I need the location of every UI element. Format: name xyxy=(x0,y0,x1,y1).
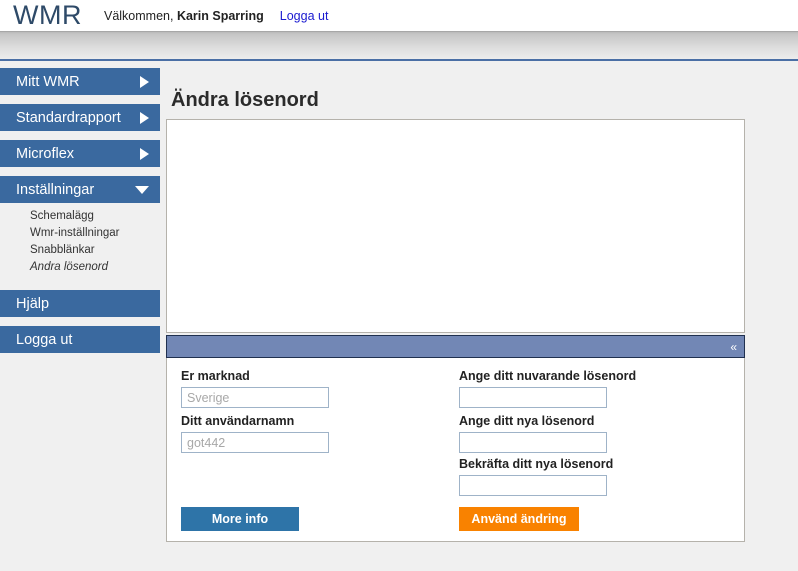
sidebar-item-label: Inställningar xyxy=(16,181,95,198)
chevron-right-icon xyxy=(140,111,149,124)
app-logo: WMR xyxy=(13,0,82,30)
chevron-right-icon xyxy=(140,75,149,88)
sidebar-navigation: Mitt WMR Standardrapport Microflex Instä… xyxy=(0,68,160,362)
current-password-label: Ange ditt nuvarande lösenord xyxy=(459,369,637,383)
welcome-prefix: Välkommen, xyxy=(103,8,177,23)
market-label: Er marknad xyxy=(181,369,250,383)
market-input[interactable] xyxy=(181,387,329,408)
content-panel xyxy=(166,119,745,333)
sidebar-item-label: Mitt WMR xyxy=(16,73,80,90)
current-password-input[interactable] xyxy=(459,387,607,408)
sidebar-submenu: Schemalägg Wmr-inställningar Snabblänkar… xyxy=(0,203,160,282)
confirm-password-label: Bekräfta ditt nya lösenord xyxy=(459,457,614,471)
header-bottom-rule xyxy=(0,59,798,61)
new-password-input[interactable] xyxy=(459,432,607,453)
header-gradient-band xyxy=(0,31,798,61)
user-name: Karin Sparring xyxy=(176,8,264,23)
change-password-form: Er marknad Ditt användarnamn Ange ditt n… xyxy=(166,358,745,542)
chevron-right-icon xyxy=(140,147,149,160)
sidebar-item-label: Logga ut xyxy=(16,331,73,348)
new-password-label: Ange ditt nya lösenord xyxy=(459,414,595,428)
sidebar-item-label: Standardrapport xyxy=(16,109,121,126)
username-input[interactable] xyxy=(181,432,329,453)
panel-collapse-bar[interactable]: « xyxy=(166,335,745,358)
sidebar-item-installningar[interactable]: Inställningar xyxy=(0,176,160,203)
header-logout-link[interactable]: Logga ut xyxy=(280,9,329,23)
sidebar-item-mitt-wmr[interactable]: Mitt WMR xyxy=(0,68,160,95)
sidebar-item-hjalp[interactable]: Hjälp xyxy=(0,290,160,317)
top-header-bar: WMR Välkommen, Karin Sparring Logga ut xyxy=(0,0,798,31)
page-title: Ändra lösenord xyxy=(171,89,319,111)
chevron-down-icon xyxy=(135,185,149,194)
chevron-double-left-icon[interactable]: « xyxy=(730,341,737,353)
submenu-item-schemalagg[interactable]: Schemalägg xyxy=(0,208,160,225)
submenu-item-snabblankar[interactable]: Snabblänkar xyxy=(0,242,160,259)
sidebar-item-standardrapport[interactable]: Standardrapport xyxy=(0,104,160,131)
username-label: Ditt användarnamn xyxy=(181,414,295,428)
submenu-item-wmr-installningar[interactable]: Wmr-inställningar xyxy=(0,225,160,242)
apply-change-button[interactable]: Använd ändring xyxy=(459,507,579,531)
confirm-password-input[interactable] xyxy=(459,475,607,496)
sidebar-item-label: Microflex xyxy=(16,145,75,162)
submenu-item-andra-losenord[interactable]: Andra lösenord xyxy=(0,259,160,276)
more-info-button[interactable]: More info xyxy=(181,507,299,531)
sidebar-item-logga-ut[interactable]: Logga ut xyxy=(0,326,160,353)
sidebar-item-microflex[interactable]: Microflex xyxy=(0,140,160,167)
welcome-message: Välkommen, Karin Sparring xyxy=(104,9,264,23)
sidebar-item-label: Hjälp xyxy=(16,295,50,312)
